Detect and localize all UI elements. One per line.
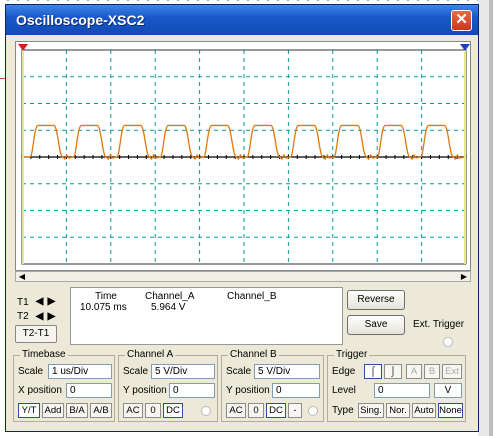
channel-a-ypos-input[interactable]: 0	[169, 383, 215, 398]
channel-a-scale-label: Scale	[123, 366, 149, 377]
channel-b-scale-label: Scale	[226, 366, 252, 377]
channel-b-ypos-label: Y position	[226, 385, 270, 396]
channel-a-ac-button[interactable]: AC	[123, 403, 143, 418]
channel-a-group: Channel A Scale 5 V/Div Y position 0 AC …	[118, 349, 218, 422]
timebase-group: Timebase Scale 1 us/Div X position 0 Y/T…	[13, 349, 115, 422]
cursor-panel: T1 ◀ ▶ T2 ◀ ▶ T2-T1	[15, 287, 66, 345]
channel-a-ypos-label: Y position	[123, 385, 167, 396]
channel-b-header: Channel_B	[227, 291, 277, 302]
workspace-scroll-edge	[478, 0, 493, 436]
timebase-title: Timebase	[20, 349, 68, 360]
scope-display	[15, 41, 471, 271]
x-position-label: X position	[18, 385, 62, 396]
ext-trigger-terminal[interactable]	[443, 337, 453, 347]
mode-yt-button[interactable]: Y/T	[18, 403, 40, 418]
title-bar[interactable]: Oscilloscope-XSC2 ✕	[6, 5, 478, 35]
t2-left-arrow-icon[interactable]: ◀	[34, 311, 45, 322]
trigger-type-label: Type	[332, 405, 354, 416]
close-button[interactable]: ✕	[451, 10, 472, 31]
t2-t1-button[interactable]: T2-T1	[15, 325, 57, 343]
t2-label: T2	[17, 311, 29, 322]
mode-ab-button[interactable]: A/B	[90, 403, 112, 418]
trigger-none-button[interactable]: None	[438, 403, 463, 418]
t2-right-arrow-icon[interactable]: ▶	[46, 311, 57, 322]
channel-b-scale-input[interactable]: 5 V/Div	[254, 364, 320, 379]
mode-ba-button[interactable]: B/A	[66, 403, 88, 418]
channel-a-zero-button[interactable]: 0	[145, 403, 161, 418]
trigger-level-label: Level	[332, 385, 356, 396]
oscilloscope-window: Oscilloscope-XSC2 ✕ ◀ ▶ T1 ◀ ▶ T2 ◀ ▶ T2…	[5, 4, 479, 432]
channel-b-ac-button[interactable]: AC	[226, 403, 246, 418]
trigger-source-ext-button[interactable]: Ext	[442, 364, 462, 379]
trigger-group: Trigger Edge ⌠ ⌡ A B Ext Level 0 V Type …	[327, 349, 466, 422]
t1-left-arrow-icon[interactable]: ◀	[34, 296, 45, 307]
mode-add-button[interactable]: Add	[42, 403, 64, 418]
channel-b-dc-button[interactable]: DC	[266, 403, 286, 418]
trigger-auto-button[interactable]: Auto	[412, 403, 436, 418]
timebase-scale-label: Scale	[18, 366, 44, 377]
t1-label: T1	[17, 297, 29, 308]
horizontal-scrollbar[interactable]: ◀ ▶	[15, 271, 471, 282]
rising-edge-icon[interactable]: ⌠	[364, 364, 382, 379]
channel-b-ypos-input[interactable]: 0	[272, 383, 320, 398]
channel-a-terminal[interactable]	[201, 406, 211, 416]
channel-a-dc-button[interactable]: DC	[163, 403, 183, 418]
falling-edge-icon[interactable]: ⌡	[384, 364, 402, 379]
time-value: 10.075 ms	[80, 302, 127, 313]
channel-b-zero-button[interactable]: 0	[248, 403, 264, 418]
save-button[interactable]: Save	[347, 315, 405, 335]
trigger-source-b-button[interactable]: B	[424, 364, 440, 379]
trigger-level-input[interactable]: 0	[374, 383, 430, 398]
timebase-scale-input[interactable]: 1 us/Div	[48, 364, 112, 379]
t1-right-arrow-icon[interactable]: ▶	[46, 296, 57, 307]
trigger-source-a-button[interactable]: A	[406, 364, 422, 379]
trigger-level-unit[interactable]: V	[434, 383, 462, 398]
scope-plot	[18, 44, 470, 265]
window-title: Oscilloscope-XSC2	[16, 12, 145, 28]
ext-trigger-label: Ext. Trigger	[413, 319, 465, 330]
channel-b-terminal[interactable]	[308, 406, 318, 416]
measurement-readout: Time Channel_A Channel_B 10.075 ms 5.964…	[70, 287, 343, 345]
time-header: Time	[95, 291, 117, 302]
reverse-button[interactable]: Reverse	[347, 290, 405, 310]
trigger-edge-label: Edge	[332, 366, 356, 377]
trigger-title: Trigger	[334, 349, 370, 360]
channel-b-group: Channel B Scale 5 V/Div Y position 0 AC …	[221, 349, 324, 422]
trigger-normal-button[interactable]: Nor.	[386, 403, 410, 418]
channel-a-scale-input[interactable]: 5 V/Div	[151, 364, 215, 379]
channel-a-value: 5.964 V	[151, 302, 186, 313]
channel-b-minus-button[interactable]: -	[288, 403, 302, 418]
scroll-right-icon[interactable]: ▶	[459, 272, 469, 281]
x-position-input[interactable]: 0	[66, 383, 112, 398]
channel-b-title: Channel B	[228, 349, 279, 360]
channel-a-title: Channel A	[125, 349, 176, 360]
channel-a-header: Channel_A	[145, 291, 195, 302]
trigger-single-button[interactable]: Sing.	[358, 403, 384, 418]
scroll-left-icon[interactable]: ◀	[17, 272, 27, 281]
